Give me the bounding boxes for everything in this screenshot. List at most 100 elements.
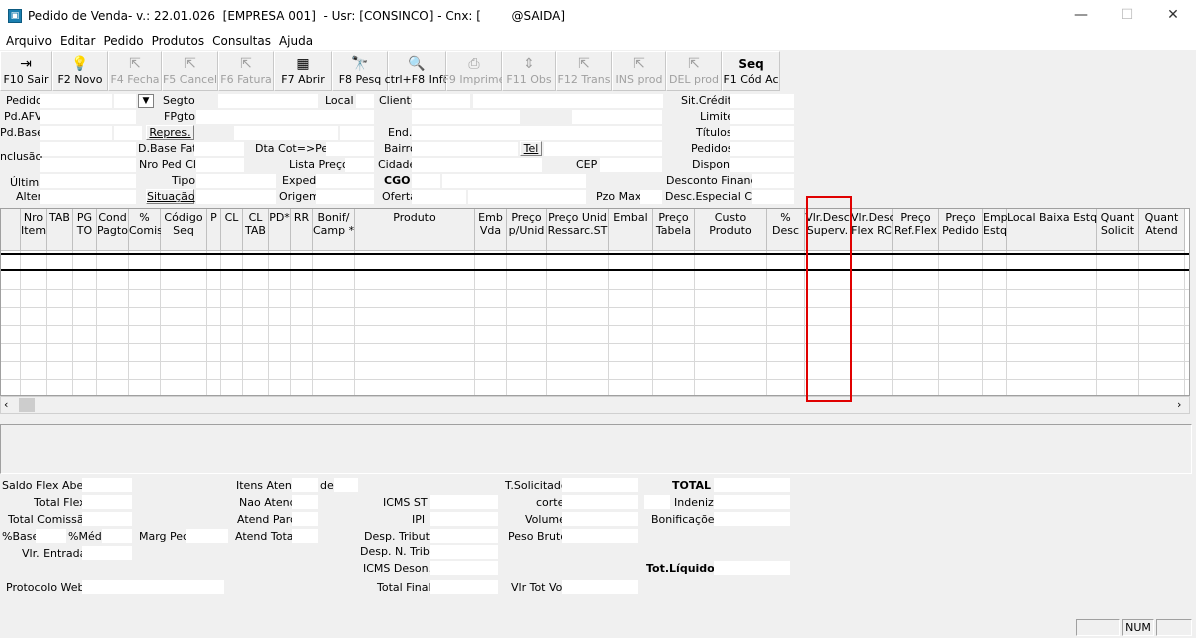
volume-field[interactable]: [562, 512, 638, 526]
situacao-button[interactable]: Situação: [146, 189, 195, 204]
indeniz-pct-field[interactable]: [644, 495, 670, 509]
sit-credito-field[interactable]: [730, 94, 794, 108]
pd-base-extra-field[interactable]: [114, 126, 142, 140]
column-header-p[interactable]: P: [207, 209, 221, 251]
scroll-right-icon[interactable]: ›: [1177, 398, 1181, 411]
tel-button[interactable]: Tel: [520, 141, 542, 156]
repres-extra-field[interactable]: [340, 126, 374, 140]
icms-deson-field[interactable]: [430, 561, 498, 575]
minimize-button[interactable]: —: [1058, 0, 1104, 32]
column-header-vlr-desc-flex-rc[interactable]: Vlr.Desc Flex RC: [851, 209, 896, 251]
menu-arquivo[interactable]: Arquivo: [6, 34, 52, 48]
desp-tribut-field[interactable]: [430, 529, 498, 543]
column-header-pre-o-ref-flex[interactable]: Preço Ref.Flex: [893, 209, 939, 251]
column-header-cl[interactable]: CL: [221, 209, 243, 251]
pedido-field[interactable]: [40, 94, 112, 108]
cgo-field[interactable]: [412, 174, 440, 188]
close-button[interactable]: ✕: [1150, 0, 1196, 32]
column-header-nro-item[interactable]: Nro Item: [21, 209, 47, 251]
pedidos-field[interactable]: [730, 142, 794, 156]
local-field[interactable]: [356, 94, 374, 108]
menu-produtos[interactable]: Produtos: [152, 34, 205, 48]
menu-consultas[interactable]: Consultas: [212, 34, 271, 48]
total-final-field[interactable]: [430, 580, 498, 594]
nao-atend-field[interactable]: [292, 495, 318, 509]
tot-liquido-field[interactable]: [714, 561, 790, 575]
cep-field[interactable]: [600, 158, 662, 172]
oferta-desc-field[interactable]: [468, 190, 586, 204]
toolbar-f12-trans-button[interactable]: ⇱ F12 Trans: [556, 51, 612, 91]
cliente-extra-field[interactable]: [412, 110, 520, 124]
menu-editar[interactable]: Editar: [60, 34, 96, 48]
scroll-left-icon[interactable]: ‹: [4, 398, 8, 411]
menu-ajuda[interactable]: Ajuda: [279, 34, 313, 48]
toolbar-f11-obs-button[interactable]: ⇕ F11 Obs: [502, 51, 556, 91]
cliente-extra2-field[interactable]: [572, 110, 662, 124]
nro-ped-cli-field[interactable]: [196, 158, 244, 172]
atend-total-field[interactable]: [292, 529, 318, 543]
menu-pedido[interactable]: Pedido: [103, 34, 143, 48]
situacao-field[interactable]: [196, 190, 276, 204]
column-header-cond-pagto[interactable]: Cond Pagto: [97, 209, 129, 251]
maximize-button[interactable]: ☐: [1104, 0, 1150, 32]
d-base-fat-field[interactable]: [194, 142, 244, 156]
column-header-pre-o-tabela[interactable]: Preço Tabela: [653, 209, 695, 251]
t-solicitado-field[interactable]: [562, 478, 638, 492]
column-header-quant-atend[interactable]: Quant Atend: [1139, 209, 1185, 251]
icms-st-field[interactable]: [430, 495, 498, 509]
column-header-desc[interactable]: % Desc: [767, 209, 805, 251]
horizontal-scrollbar[interactable]: ‹ ›: [0, 396, 1190, 414]
tipo-field[interactable]: [196, 174, 276, 188]
column-header-rr[interactable]: RR: [291, 209, 313, 251]
alter-field[interactable]: [40, 190, 136, 204]
column-header-custo-produto[interactable]: Custo Produto: [695, 209, 767, 251]
cliente-code-field[interactable]: [412, 94, 470, 108]
pd-afv-field[interactable]: [40, 110, 136, 124]
saldo-flex-field[interactable]: [82, 478, 132, 492]
limite-field[interactable]: [730, 110, 794, 124]
titulos-field[interactable]: [730, 126, 794, 140]
total-field[interactable]: [714, 478, 790, 492]
column-header-tab[interactable]: TAB: [47, 209, 73, 251]
total-comissao-field[interactable]: [82, 512, 132, 526]
cidade-field[interactable]: [412, 158, 542, 172]
column-header-emp-estq[interactable]: Emp Estq: [983, 209, 1008, 251]
total-flex-field[interactable]: [82, 495, 132, 509]
toolbar-ctrl-f8-info-button[interactable]: 🔍 ctrl+F8 Info: [385, 51, 449, 91]
peso-bruto-field[interactable]: [562, 529, 638, 543]
fpgto-field[interactable]: [196, 110, 374, 124]
scroll-thumb[interactable]: [19, 398, 35, 412]
cgo-desc-field[interactable]: [442, 174, 586, 188]
bairro-field[interactable]: [412, 142, 518, 156]
end-field[interactable]: [412, 126, 662, 140]
itens-total-field[interactable]: [334, 478, 358, 492]
desc-especial-field[interactable]: [752, 190, 794, 204]
vlr-tot-vol-field[interactable]: [562, 580, 638, 594]
column-header-cl-tab[interactable]: CL TAB: [243, 209, 269, 251]
protocolo-web-field[interactable]: [82, 580, 224, 594]
repres-button[interactable]: Repres.: [146, 125, 194, 140]
toolbar-ins-prod-button[interactable]: ⇱ INS prod: [612, 51, 666, 91]
ultima-field[interactable]: [40, 174, 136, 188]
corte-field[interactable]: [562, 495, 638, 509]
toolbar-f9-imprime-button[interactable]: ⎙ F9 Imprime: [443, 51, 505, 91]
toolbar-f4-fecha-button[interactable]: ⇱ F4 Fecha: [108, 51, 162, 91]
column-header-produto[interactable]: Produto: [355, 209, 475, 251]
toolbar-f1-c-d-ac-button[interactable]: Seq F1 Cód Ac: [722, 51, 780, 91]
column-header-pre-o-unid-ressarc-st[interactable]: Preço Unid Ressarc.ST: [547, 209, 609, 251]
desconto-financ-field[interactable]: [752, 174, 794, 188]
column-header-local-baixa-estq[interactable]: Local Baixa Estq.: [1007, 209, 1101, 251]
column-header-bonif-camp[interactable]: Bonif/ Camp *: [313, 209, 355, 251]
ipi-field[interactable]: [430, 512, 498, 526]
toolbar-f8-pesq-button[interactable]: 🔭 F8 Pesq: [332, 51, 388, 91]
toolbar-del-prod-button[interactable]: ⇱ DEL prod: [666, 51, 722, 91]
pd-base-field[interactable]: [40, 126, 112, 140]
pct-med-field[interactable]: [102, 529, 132, 543]
indeniz-field[interactable]: [714, 495, 790, 509]
inclusao-time-field[interactable]: [40, 158, 136, 172]
origem-field[interactable]: [316, 190, 374, 204]
cliente-name-field[interactable]: [473, 94, 663, 108]
toolbar-f7-abrir-button[interactable]: ▦ F7 Abrir: [274, 51, 332, 91]
column-header-pg-to[interactable]: PG TO: [73, 209, 97, 251]
toolbar-f5-cancel-button[interactable]: ⇱ F5 Cancel: [162, 51, 218, 91]
